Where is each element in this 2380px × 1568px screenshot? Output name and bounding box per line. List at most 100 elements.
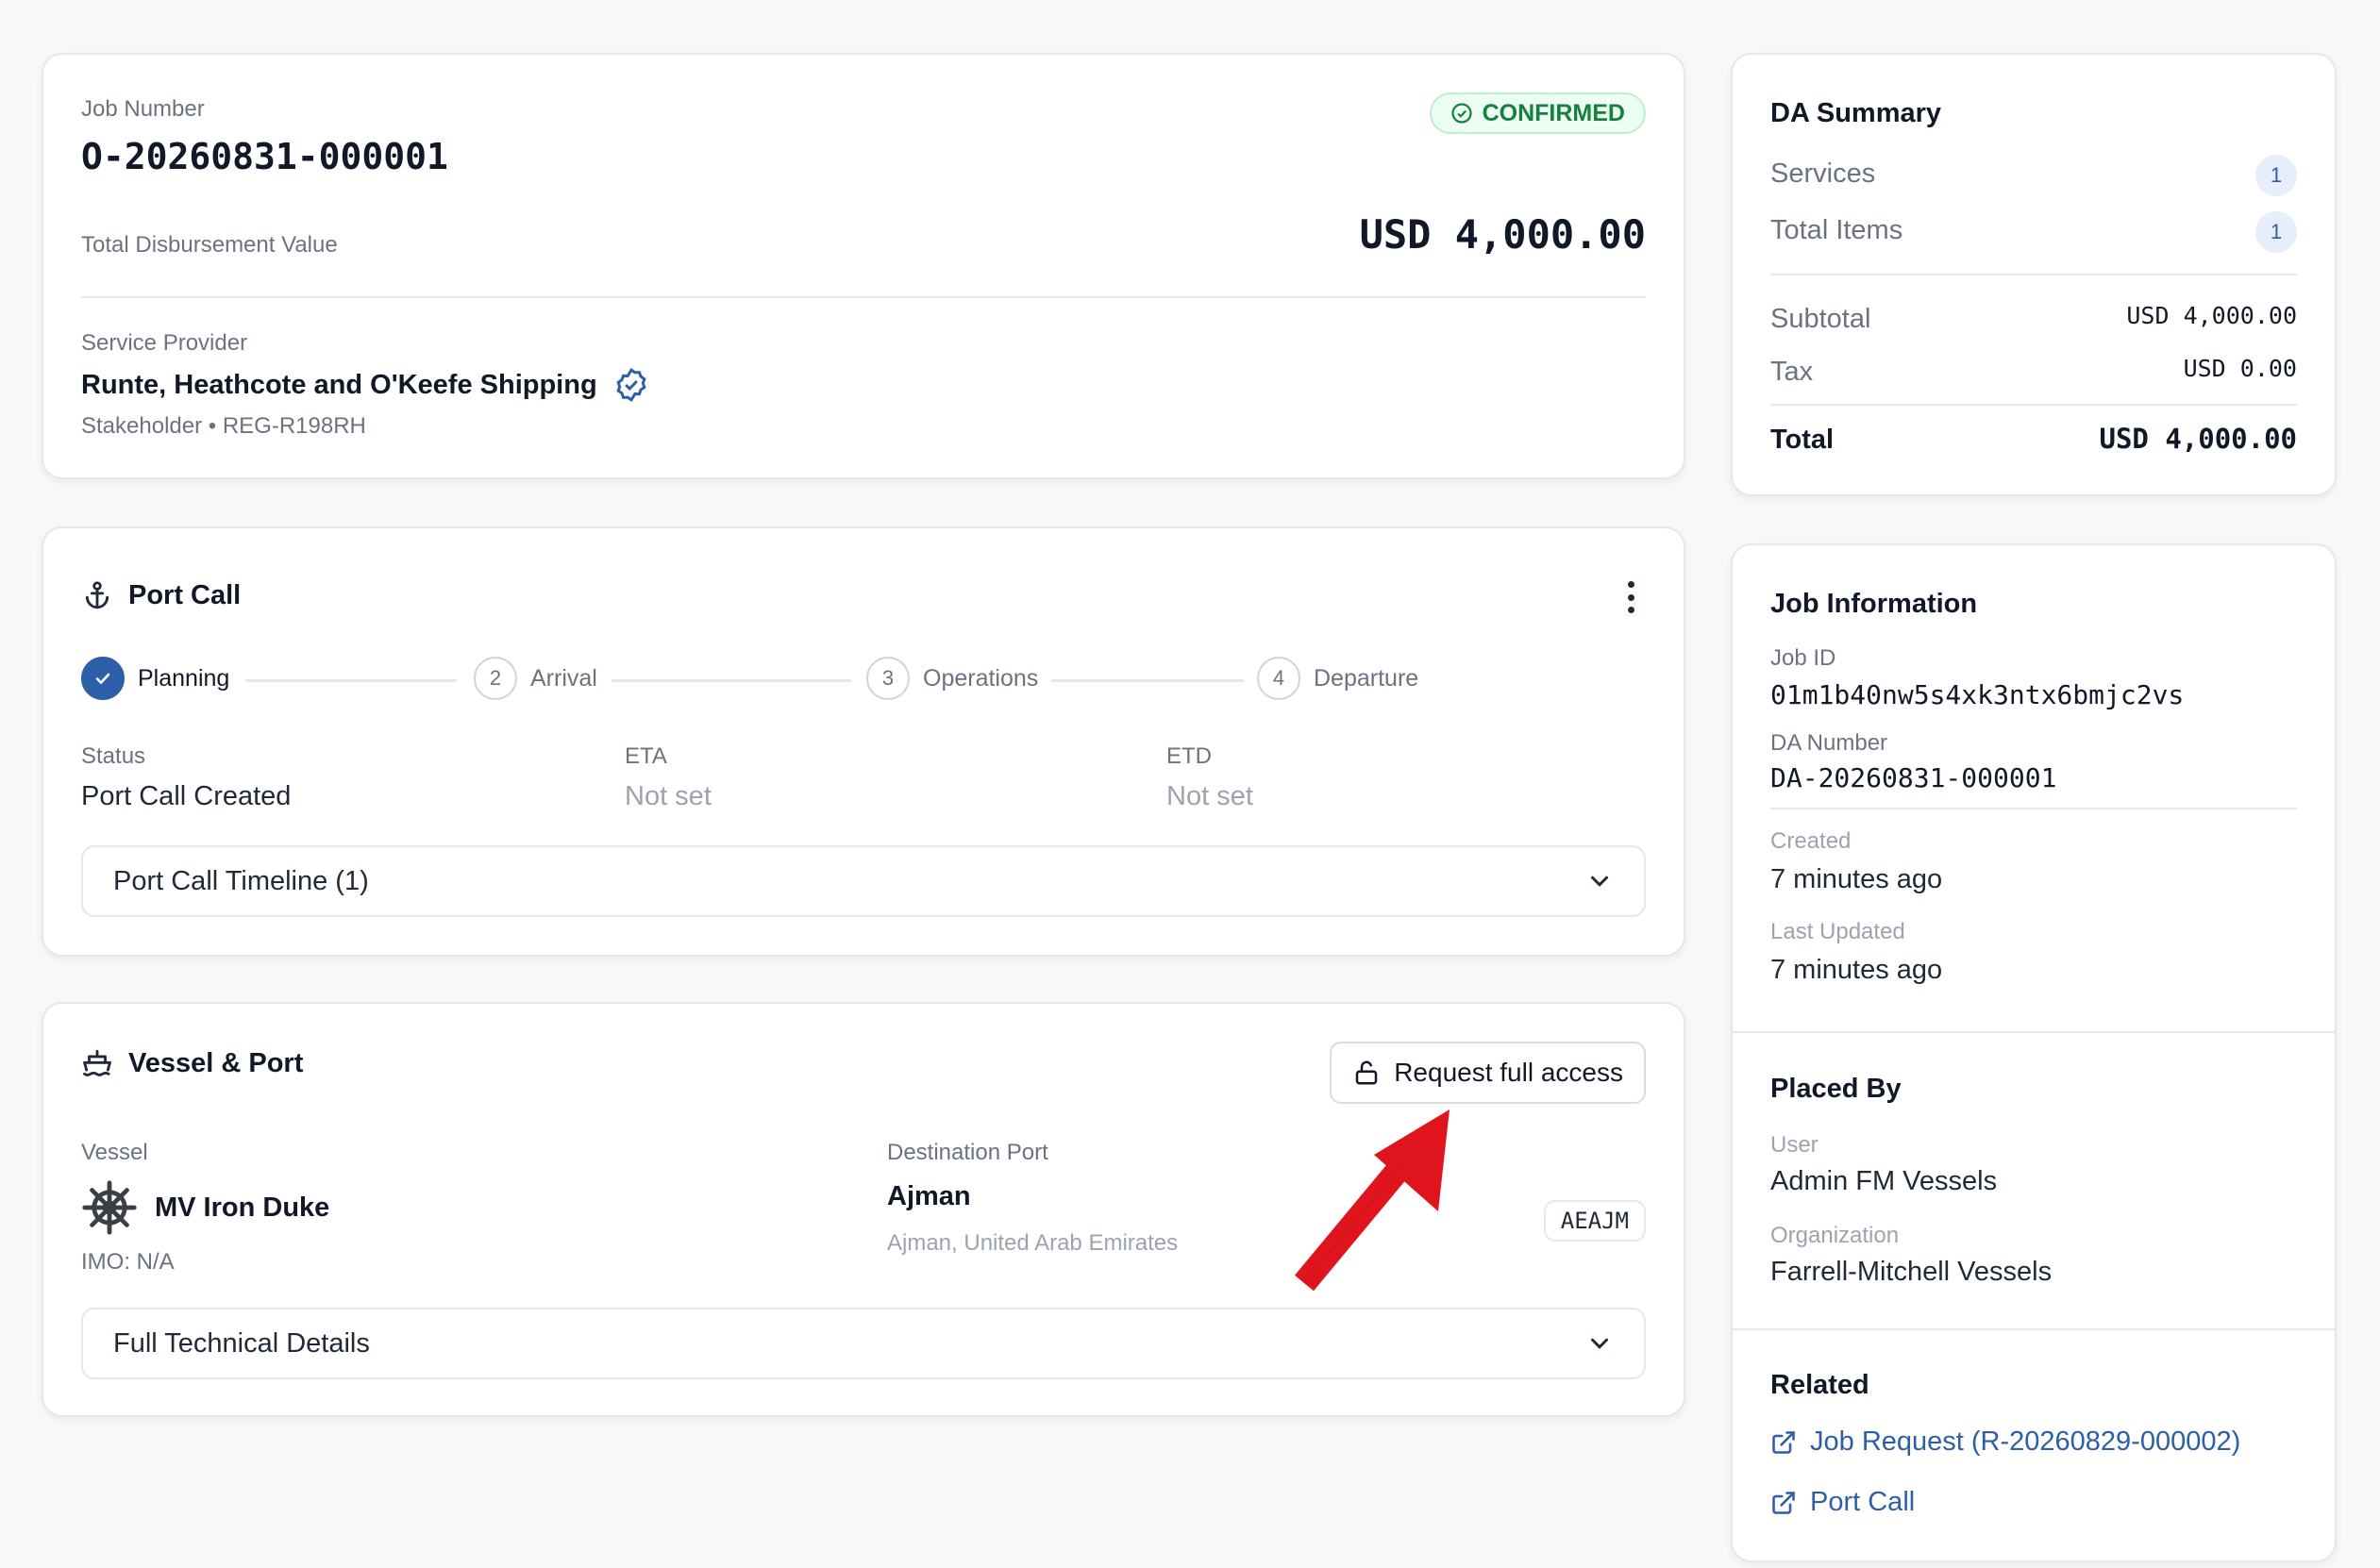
vessel-port-header: Vessel & Port	[81, 1047, 303, 1079]
subtotal-value: USD 4,000.00	[2126, 302, 2297, 329]
divider	[1770, 404, 2297, 406]
etd-value: Not set	[1166, 781, 1253, 811]
user-label: User	[1770, 1132, 1819, 1158]
step-operations[interactable]: 3 Operations	[866, 657, 1038, 700]
vessel-label: Vessel	[81, 1140, 148, 1165]
service-provider-label: Service Provider	[81, 330, 248, 356]
da-summary-title: DA Summary	[1770, 98, 1942, 128]
step-connector	[245, 679, 457, 682]
created-value: 7 minutes ago	[1770, 864, 1943, 894]
step-label: Departure	[1314, 664, 1419, 692]
step-connector	[1051, 679, 1244, 682]
job-overview-card: Job Number O-20260831-000001 CONFIRMED T…	[42, 53, 1685, 479]
divider	[1770, 274, 2297, 275]
unlock-icon	[1355, 1060, 1378, 1085]
eta-value: Not set	[625, 781, 712, 811]
da-number-value: DA-20260831-000001	[1770, 762, 2057, 793]
port-call-timeline-accordion[interactable]: Port Call Timeline (1)	[81, 845, 1646, 917]
port-call-header: Port Call	[81, 579, 241, 611]
organization-value: Farrell-Mitchell Vessels	[1770, 1257, 2053, 1287]
request-full-access-button[interactable]: Request full access	[1330, 1042, 1646, 1104]
job-number-label: Job Number	[81, 96, 205, 122]
vessel-name: MV Iron Duke	[155, 1192, 330, 1223]
related-link-label: Port Call	[1810, 1487, 1916, 1517]
job-id-label: Job ID	[1770, 645, 1836, 671]
check-circle-icon	[1451, 103, 1472, 124]
anchor-icon	[85, 581, 109, 609]
vessel-port-card: Vessel & Port Request full access Vessel…	[42, 1002, 1685, 1417]
step-number: 2	[474, 657, 517, 700]
port-call-card: Port Call Planning 2 Arrival 3 Operation…	[42, 526, 1685, 957]
total-value: USD 4,000.00	[2099, 423, 2297, 455]
total-disbursement-value: USD 4,000.00	[1359, 211, 1646, 258]
related-link-port-call[interactable]: Port Call	[1770, 1487, 1915, 1518]
vessel-imo: IMO: N/A	[81, 1249, 175, 1275]
vessel-info: MV Iron Duke	[81, 1179, 329, 1236]
related-title: Related	[1770, 1370, 1869, 1400]
job-information-card: Job Information Job ID 01m1b40nw5s4xk3nt…	[1731, 543, 2337, 1562]
port-call-title: Port Call	[128, 579, 242, 610]
divider	[81, 296, 1646, 298]
section-divider	[1733, 1031, 2335, 1033]
step-arrival[interactable]: 2 Arrival	[474, 657, 597, 700]
chevron-down-icon	[1591, 1338, 1608, 1349]
destination-port-name: Ajman	[887, 1181, 971, 1211]
related-link-job-request[interactable]: Job Request (R-20260829-000002)	[1770, 1426, 2240, 1458]
da-summary-card: DA Summary Services 1 Total Items 1 Subt…	[1731, 53, 2337, 496]
accordion-label: Full Technical Details	[113, 1327, 370, 1359]
step-label: Operations	[923, 664, 1039, 692]
port-code-badge: AEAJM	[1543, 1200, 1646, 1242]
service-provider-meta: Stakeholder • REG-R198RH	[81, 413, 366, 439]
chevron-down-icon	[1591, 876, 1608, 887]
user-value: Admin FM Vessels	[1770, 1166, 1998, 1196]
last-updated-value: 7 minutes ago	[1770, 955, 1943, 985]
organization-label: Organization	[1770, 1223, 1900, 1248]
request-full-access-label: Request full access	[1394, 1058, 1623, 1087]
vessel-port-title: Vessel & Port	[128, 1047, 304, 1078]
status-badge-label: CONFIRMED	[1482, 99, 1625, 126]
status-value: Port Call Created	[81, 781, 292, 811]
job-number: O-20260831-000001	[81, 136, 448, 177]
total-disbursement-label: Total Disbursement Value	[81, 232, 338, 258]
step-number: 3	[866, 657, 910, 700]
services-label: Services	[1770, 158, 1876, 189]
total-items-count: 1	[2255, 211, 2297, 253]
service-provider-name: Runte, Heathcote and O'Keefe Shipping	[81, 369, 597, 400]
step-connector	[612, 679, 851, 682]
placed-by-title: Placed By	[1770, 1074, 1902, 1104]
last-updated-label: Last Updated	[1770, 919, 1905, 944]
total-label: Total	[1770, 425, 1835, 455]
service-provider: Runte, Heathcote and O'Keefe Shipping	[81, 366, 650, 404]
verified-badge-icon	[616, 368, 646, 402]
created-label: Created	[1770, 828, 1852, 854]
more-options-icon[interactable]	[1621, 581, 1640, 613]
external-link-icon	[1772, 1430, 1795, 1454]
tax-label: Tax	[1770, 357, 1814, 387]
subtotal-label: Subtotal	[1770, 304, 1871, 334]
tax-value: USD 0.00	[2183, 355, 2297, 382]
da-number-label: DA Number	[1770, 730, 1888, 756]
step-planning[interactable]: Planning	[81, 657, 229, 700]
destination-port-country: Ajman, United Arab Emirates	[887, 1230, 1179, 1256]
ship-wheel-icon	[82, 1180, 137, 1235]
step-departure[interactable]: 4 Departure	[1257, 657, 1418, 700]
eta-label: ETA	[625, 743, 667, 769]
divider	[1770, 808, 2297, 809]
step-label: Arrival	[530, 664, 597, 692]
accordion-label: Port Call Timeline (1)	[113, 865, 369, 896]
step-number: 4	[1257, 657, 1300, 700]
external-link-icon	[1772, 1491, 1795, 1514]
step-label: Planning	[138, 664, 230, 692]
ship-icon	[83, 1049, 111, 1076]
section-divider	[1733, 1328, 2335, 1330]
status-badge: CONFIRMED	[1429, 92, 1646, 134]
job-information-title: Job Information	[1770, 589, 1978, 619]
total-items-label: Total Items	[1770, 215, 1903, 245]
destination-port-label: Destination Port	[887, 1140, 1048, 1165]
status-label: Status	[81, 743, 146, 769]
annotation-arrow	[1295, 1109, 1450, 1292]
job-id-value: 01m1b40nw5s4xk3ntx6bmjc2vs	[1770, 679, 2185, 710]
related-link-label: Job Request (R-20260829-000002)	[1810, 1426, 2241, 1457]
full-technical-details-accordion[interactable]: Full Technical Details	[81, 1308, 1646, 1379]
services-count: 1	[2255, 155, 2297, 196]
